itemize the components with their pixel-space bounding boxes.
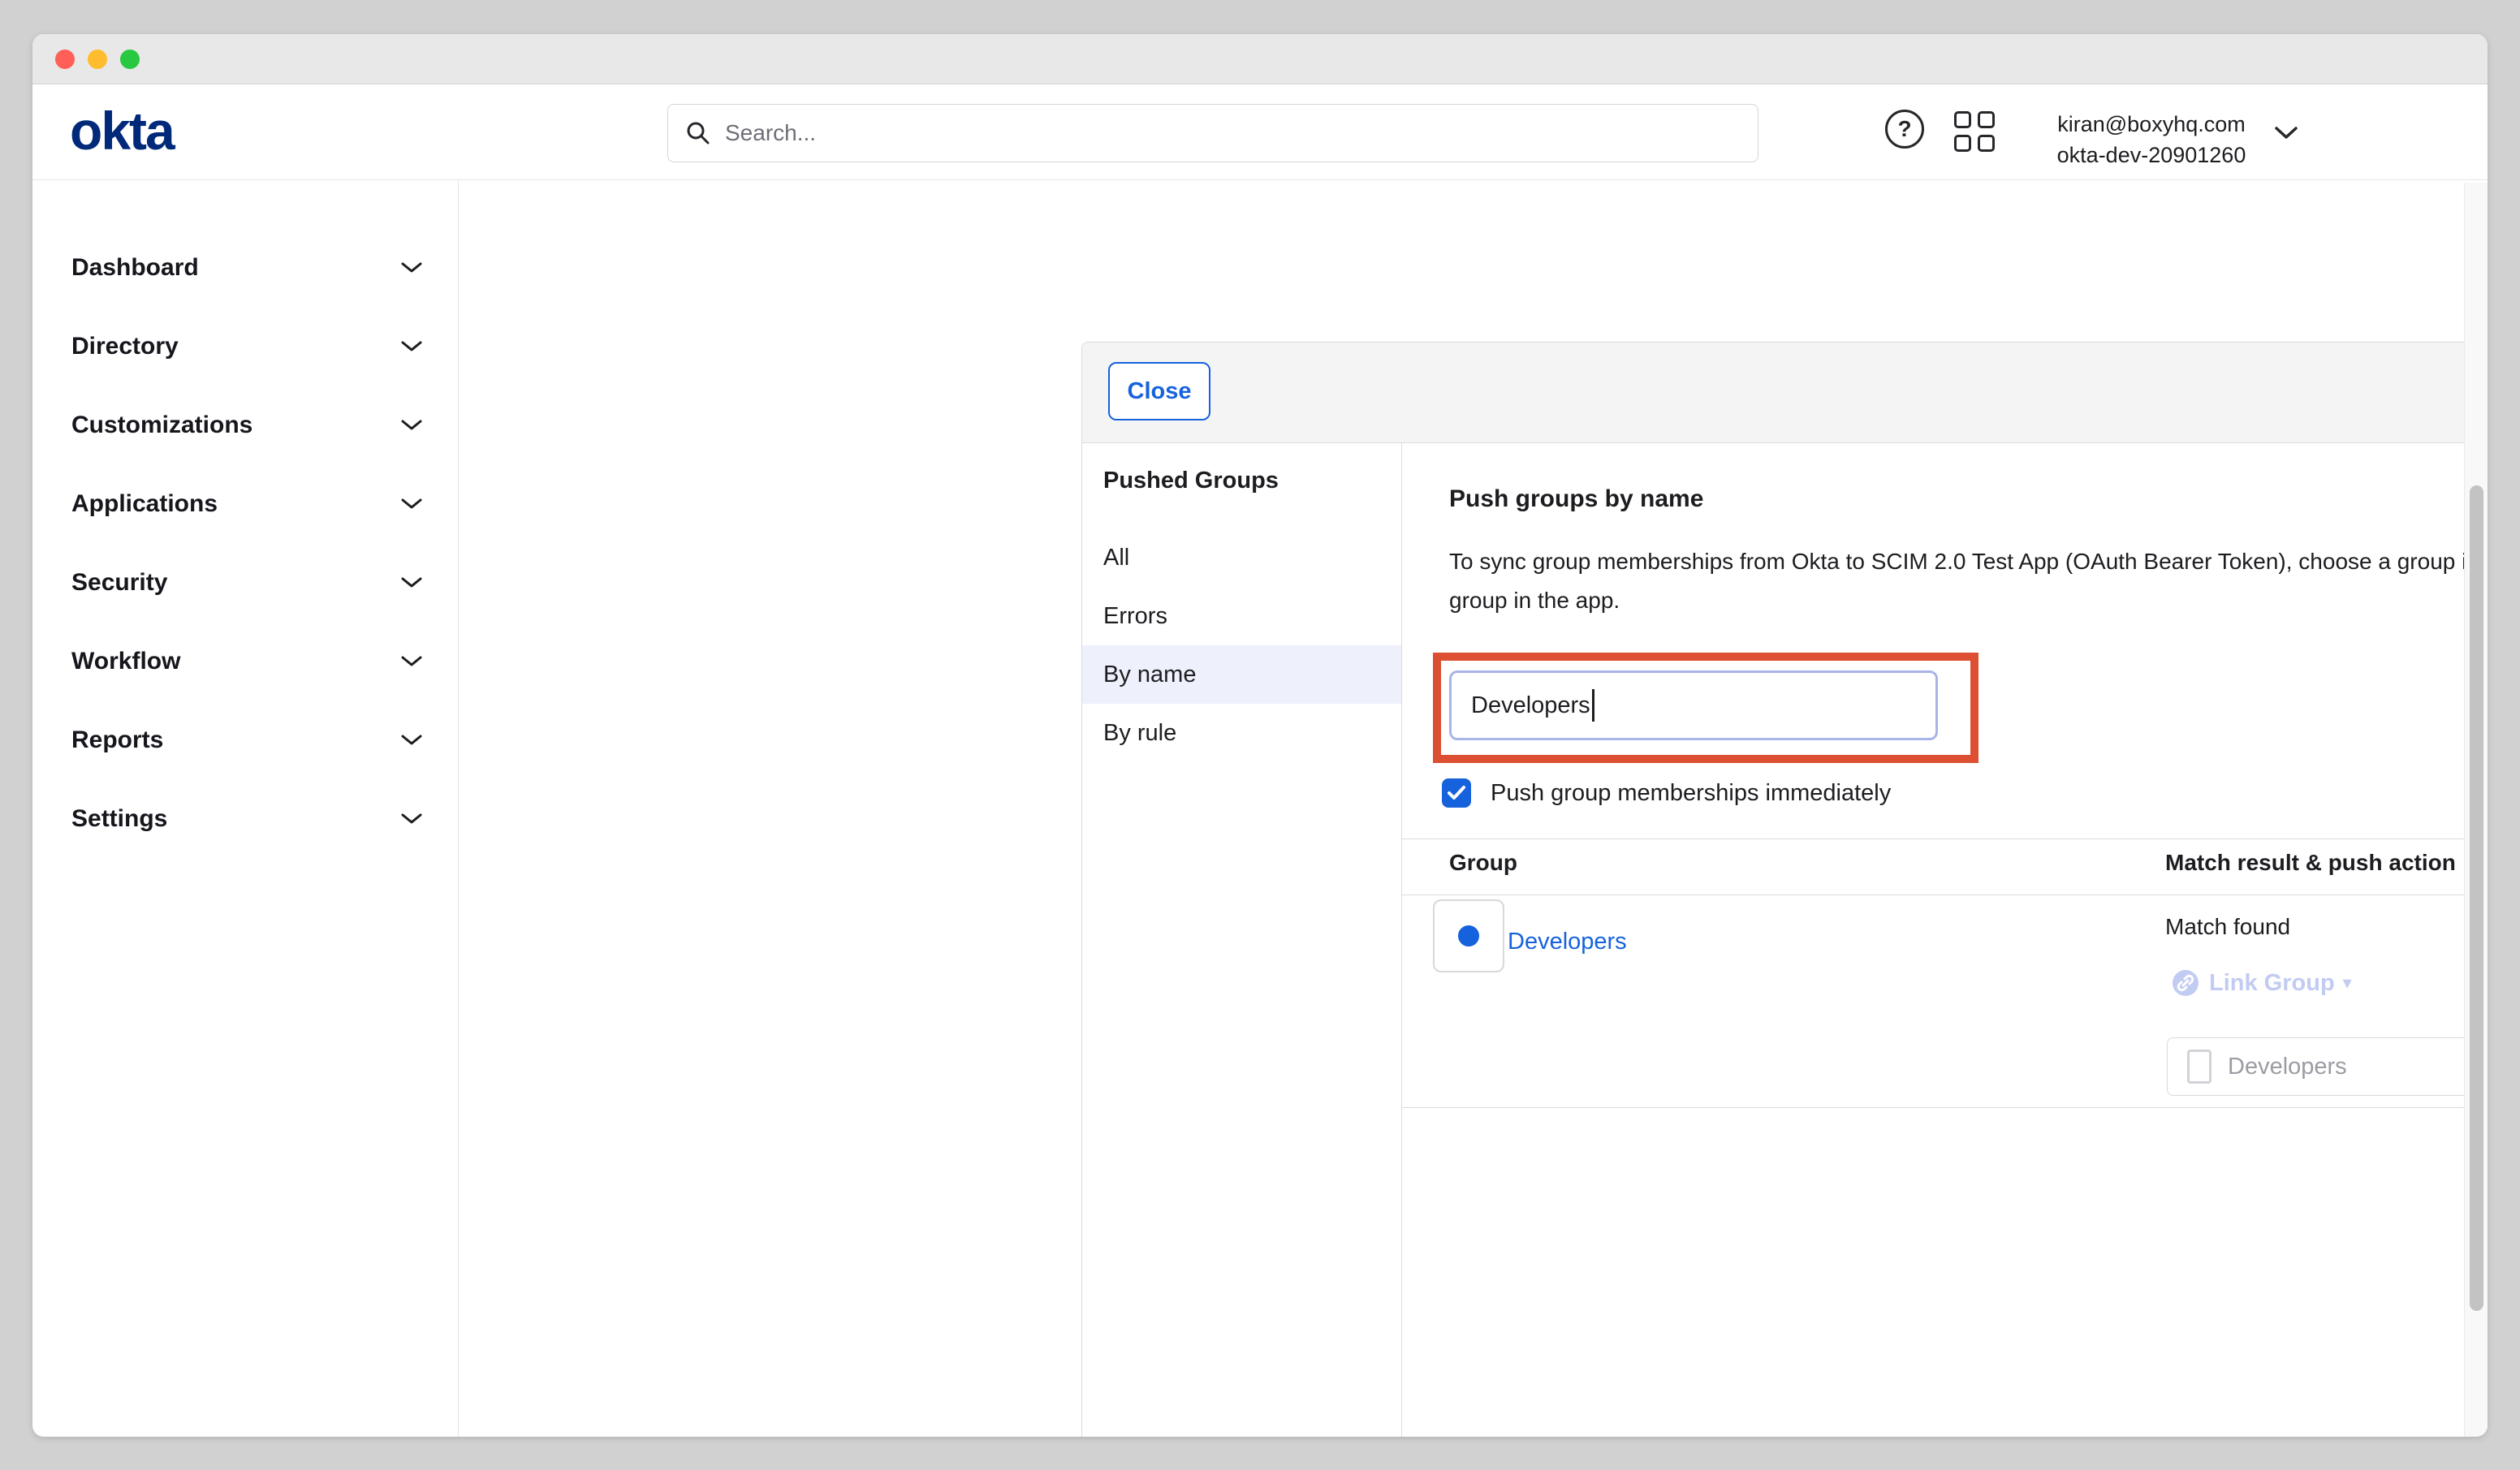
group-name-input[interactable]: Developers (1449, 670, 1938, 740)
text-cursor (1592, 689, 1594, 722)
target-group-value: Developers (2228, 1054, 2488, 1080)
pushed-groups-title: Pushed Groups (1103, 468, 1279, 494)
description-line: To sync group memberships from Okta to S… (1449, 542, 2488, 581)
chevron-down-icon (401, 498, 422, 510)
tab-all[interactable]: All (1082, 528, 1401, 587)
grid-square (1978, 111, 1995, 128)
divider (1402, 838, 2488, 839)
chevron-down-icon (401, 735, 422, 746)
push-groups-panel: Close Pushed Groups All Errors By name B… (1081, 342, 2488, 1437)
close-button[interactable]: Close (1108, 362, 1210, 420)
link-icon (2172, 969, 2199, 997)
caret-down-icon: ▾ (2343, 972, 2352, 994)
browser-window: okta ? kiran@boxyhq.com okta-dev-2090126… (32, 34, 2488, 1437)
sidebar-item-security[interactable]: Security (32, 543, 458, 622)
description-line: group in the app. (1449, 581, 2488, 620)
sidebar-item-label: Dashboard (71, 254, 199, 282)
target-group-select[interactable]: Developers ▾ (2167, 1037, 2488, 1096)
column-header-group: Group (1449, 850, 1517, 876)
global-search[interactable] (667, 104, 1758, 162)
sidebar-item-label: Reports (71, 726, 163, 754)
search-icon (686, 121, 710, 145)
sidebar-item-directory[interactable]: Directory (32, 307, 458, 386)
grid-square (1954, 111, 1971, 128)
group-name-link[interactable]: Developers (1508, 929, 1627, 955)
maximize-window-icon[interactable] (120, 50, 140, 69)
description: To sync group memberships from Okta to S… (1449, 542, 2488, 620)
tab-by-rule[interactable]: By rule (1082, 704, 1401, 762)
checkbox-label: Push group memberships immediately (1491, 780, 1891, 807)
link-group-label: Link Group (2209, 970, 2335, 997)
grid-square (1954, 135, 1971, 152)
group-doc-icon (2187, 1050, 2211, 1084)
sidebar-item-customizations[interactable]: Customizations (32, 386, 458, 464)
help-icon[interactable]: ? (1885, 110, 1924, 149)
link-group-button[interactable]: Link Group ▾ (2172, 969, 2352, 997)
sidebar-item-reports[interactable]: Reports (32, 701, 458, 779)
match-status: Match found (2165, 914, 2290, 940)
by-name-content: Push groups by name To sync group member… (1402, 443, 2488, 1437)
checkmark-icon (1447, 785, 1466, 801)
chevron-down-icon (401, 341, 422, 352)
main-area: Close Pushed Groups All Errors By name B… (460, 181, 2488, 1437)
sidebar-item-label: Directory (71, 333, 179, 360)
sidebar-item-label: Security (71, 569, 167, 597)
column-header-match: Match result & push action (2165, 850, 2456, 876)
sidebar-item-label: Customizations (71, 412, 252, 439)
chevron-down-icon (401, 656, 422, 667)
search-input[interactable] (723, 119, 1740, 147)
pushed-groups-nav: Pushed Groups All Errors By name By rule (1082, 443, 1402, 1437)
org-name: okta-dev-20901260 (2022, 140, 2281, 170)
chevron-down-icon[interactable] (2275, 127, 2298, 140)
minimize-window-icon[interactable] (88, 50, 107, 69)
user-menu[interactable]: kiran@boxyhq.com okta-dev-20901260 (2022, 109, 2281, 170)
sidebar: Dashboard Directory Customizations Appli… (32, 181, 459, 1437)
sidebar-item-label: Settings (71, 805, 167, 833)
tab-by-name[interactable]: By name (1082, 645, 1401, 704)
okta-logo: okta (70, 102, 174, 159)
help-glyph: ? (1897, 116, 1911, 142)
divider (1402, 1107, 2488, 1108)
apps-grid-icon[interactable] (1954, 111, 1996, 153)
annotation-box-input: Developers (1433, 653, 1978, 763)
scrollbar-thumb[interactable] (2470, 485, 2483, 1311)
window-titlebar (32, 34, 2488, 84)
chevron-down-icon (401, 420, 422, 431)
sidebar-item-workflow[interactable]: Workflow (32, 622, 458, 701)
chevron-down-icon (401, 813, 422, 825)
sidebar-item-settings[interactable]: Settings (32, 779, 458, 858)
sidebar-item-label: Workflow (71, 648, 180, 675)
sidebar-item-applications[interactable]: Applications (32, 464, 458, 543)
panel-toolbar: Close (1082, 343, 2488, 443)
chevron-down-icon (401, 262, 422, 274)
close-window-icon[interactable] (55, 50, 75, 69)
tab-errors[interactable]: Errors (1082, 587, 1401, 645)
sidebar-item-label: Applications (71, 490, 218, 518)
top-nav: okta ? kiran@boxyhq.com okta-dev-2090126… (32, 84, 2488, 180)
scrollbar-track[interactable] (2464, 183, 2488, 1437)
group-input-value: Developers (1471, 692, 1590, 719)
grid-square (1978, 135, 1995, 152)
sidebar-item-dashboard[interactable]: Dashboard (32, 228, 458, 307)
push-immediately-checkbox[interactable] (1442, 778, 1471, 808)
group-icon (1458, 925, 1479, 946)
user-email: kiran@boxyhq.com (2022, 109, 2281, 140)
chevron-down-icon (401, 577, 422, 588)
page-title: Push groups by name (1449, 485, 1703, 513)
group-avatar (1433, 899, 1504, 972)
